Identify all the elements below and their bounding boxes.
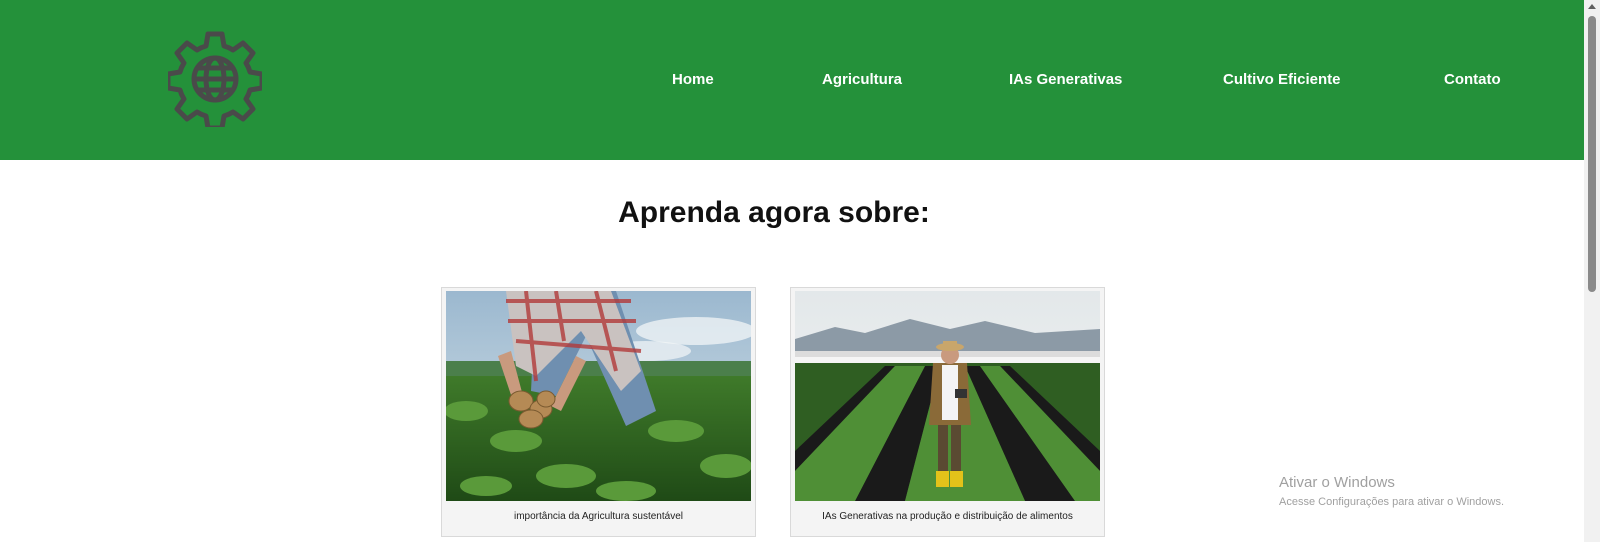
watermark-subtitle: Acesse Configurações para ativar o Windo… xyxy=(1279,496,1504,508)
site-header: Home Agricultura IAs Generativas Cultivo… xyxy=(0,0,1584,160)
page-title: Aprenda agora sobre: xyxy=(618,196,930,229)
card-caption: importância da Agricultura sustentável xyxy=(514,511,683,522)
scroll-up-arrow-icon[interactable] xyxy=(1588,4,1596,9)
scrollbar-thumb[interactable] xyxy=(1588,16,1596,292)
nav-ias-generativas-link[interactable]: IAs Generativas xyxy=(1009,70,1122,90)
farmer-with-tablet-in-field-photo[interactable] xyxy=(795,291,1100,501)
article-card-ias-generativas[interactable]: IAs Generativas na produção e distribuiç… xyxy=(790,287,1105,537)
vertical-scrollbar[interactable] xyxy=(1584,0,1600,542)
gear-globe-icon[interactable] xyxy=(168,31,262,127)
article-card-agricultura[interactable]: importância da Agricultura sustentável xyxy=(441,287,756,537)
watermark-title: Ativar o Windows xyxy=(1279,474,1395,491)
nav-contato-link[interactable]: Contato xyxy=(1444,70,1501,90)
windows-activation-watermark: Ativar o Windows Acesse Configurações pa… xyxy=(1279,474,1504,510)
card-caption: IAs Generativas na produção e distribuiç… xyxy=(822,511,1073,522)
nav-agricultura-link[interactable]: Agricultura xyxy=(822,70,902,90)
nav-cultivo-eficiente-link[interactable]: Cultivo Eficiente xyxy=(1223,70,1341,90)
nav-home-link[interactable]: Home xyxy=(672,70,714,90)
farmer-holding-potatoes-photo[interactable] xyxy=(446,291,751,501)
